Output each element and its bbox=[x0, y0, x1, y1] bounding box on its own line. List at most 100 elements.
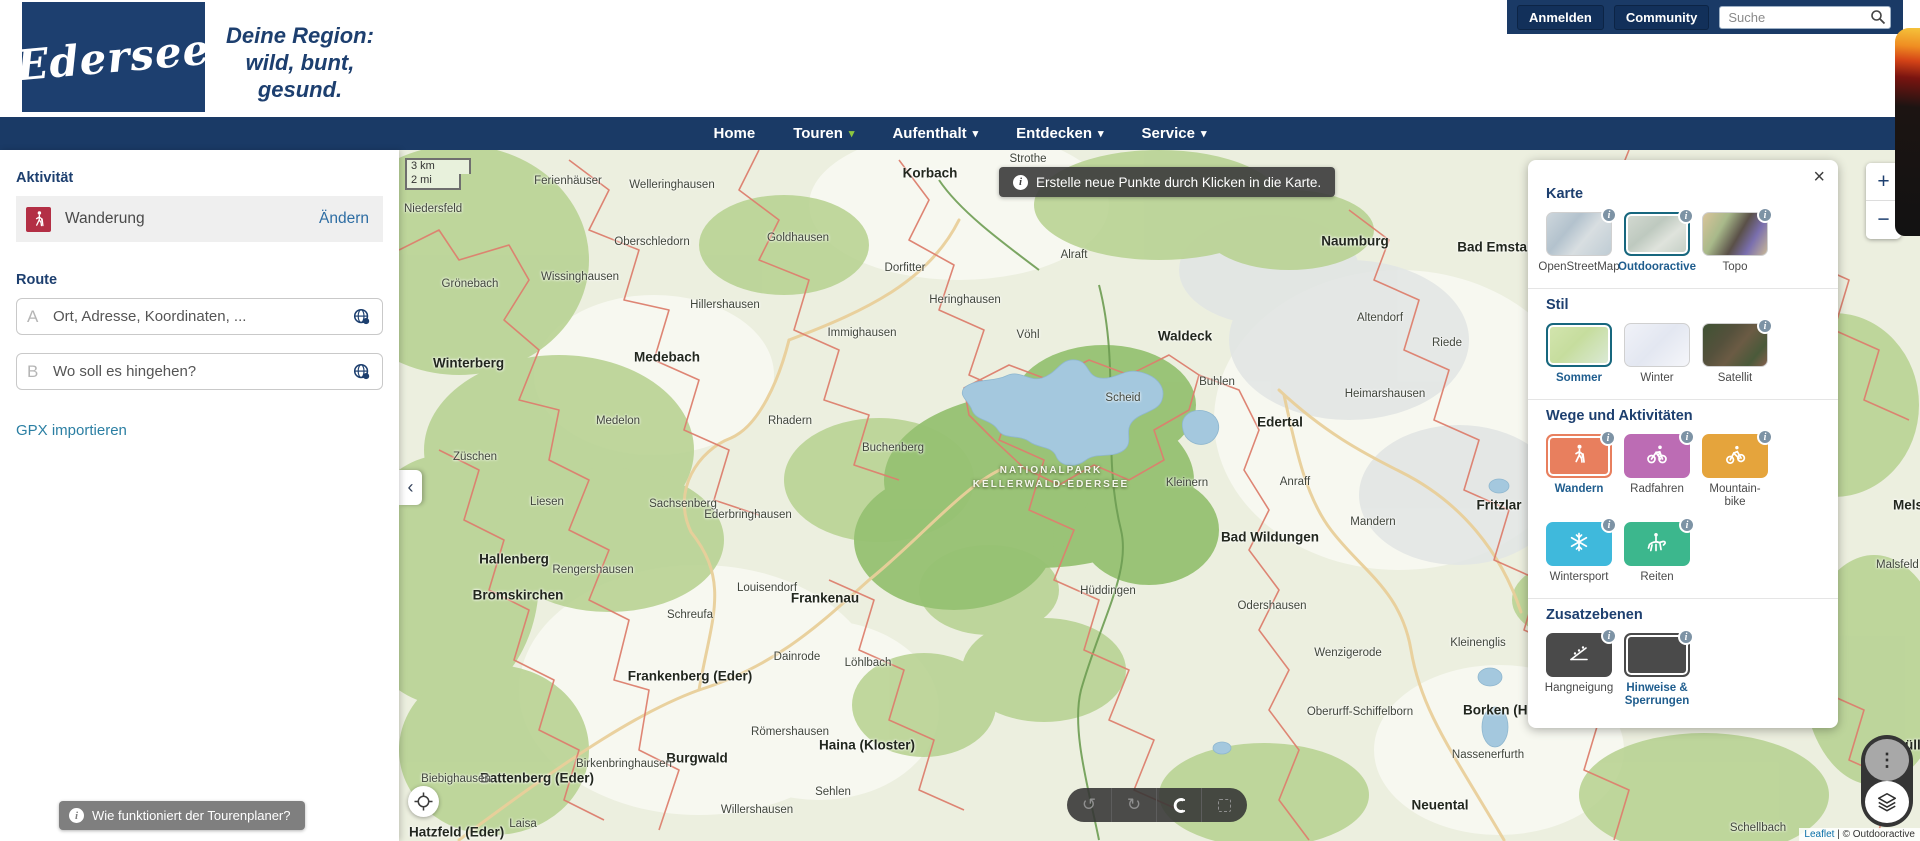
close-icon[interactable]: × bbox=[1813, 167, 1825, 187]
undo-button[interactable]: ↺ bbox=[1067, 788, 1112, 822]
info-icon[interactable]: i bbox=[1600, 430, 1616, 446]
tile-thumbnail bbox=[1624, 323, 1690, 367]
start-marker-label: A bbox=[27, 307, 41, 327]
info-icon[interactable]: i bbox=[1679, 517, 1695, 533]
layer-tile-wintersport[interactable]: iWintersport bbox=[1546, 522, 1612, 584]
leaflet-link[interactable]: Leaflet bbox=[1804, 829, 1834, 840]
login-button[interactable]: Anmelden bbox=[1517, 5, 1604, 30]
nav-item-label: Service bbox=[1142, 125, 1195, 142]
info-icon[interactable]: i bbox=[1757, 207, 1773, 223]
panel-section-title: Karte bbox=[1546, 186, 1820, 202]
snap-to-trail-button[interactable] bbox=[1157, 788, 1202, 822]
info-icon[interactable]: i bbox=[1601, 207, 1617, 223]
box-select-button[interactable] bbox=[1202, 788, 1247, 822]
gpx-import-link[interactable]: GPX importieren bbox=[16, 422, 127, 439]
tile-label: Topo bbox=[1723, 261, 1748, 274]
layer-tile-winter[interactable]: Winter bbox=[1624, 323, 1690, 385]
route-start-field: A bbox=[16, 298, 383, 335]
layer-tile-reiten[interactable]: iReiten bbox=[1624, 522, 1690, 584]
change-activity-link[interactable]: Ändern bbox=[319, 210, 369, 228]
search-input[interactable] bbox=[1719, 6, 1891, 29]
info-icon[interactable]: i bbox=[1679, 429, 1695, 445]
route-start-input[interactable] bbox=[53, 308, 352, 325]
layer-tile-topo[interactable]: iTopo bbox=[1702, 212, 1768, 274]
route-end-input[interactable] bbox=[53, 363, 352, 380]
edersee-logo[interactable]: Edersee bbox=[22, 2, 205, 112]
nav-list: HomeTouren▾Aufenthalt▾Entdecken▾Service▾ bbox=[714, 125, 1207, 142]
info-icon[interactable]: i bbox=[1678, 629, 1694, 645]
info-icon[interactable]: i bbox=[1601, 517, 1617, 533]
select-box-icon bbox=[1218, 799, 1231, 812]
tile-label: Wandern bbox=[1555, 483, 1604, 496]
layer-tile-sommer[interactable]: Sommer bbox=[1546, 323, 1612, 385]
layer-tile-outdooractive[interactable]: iOutdooractive bbox=[1624, 212, 1690, 274]
map-canvas[interactable]: KorbachNaumburgBad EmstalWinterbergMedeb… bbox=[399, 150, 1920, 841]
redo-icon: ↻ bbox=[1127, 795, 1141, 815]
activity-heading: Aktivität bbox=[16, 170, 383, 186]
nav-item-entdecken[interactable]: Entdecken▾ bbox=[1016, 125, 1103, 142]
nav-item-touren[interactable]: Touren▾ bbox=[793, 125, 854, 142]
topbar: Anmelden Community bbox=[1507, 0, 1903, 34]
info-icon[interactable]: i bbox=[1678, 208, 1694, 224]
panel-section-stil: StilSommerWinteriSatellit bbox=[1528, 288, 1838, 399]
tagline-line-1: Deine Region: bbox=[225, 22, 375, 49]
tagline: Deine Region: wild, bunt, gesund. bbox=[225, 22, 375, 103]
activity-name: Wanderung bbox=[65, 210, 319, 228]
tour-planner-help-button[interactable]: i Wie funktioniert der Tourenplaner? bbox=[59, 801, 305, 830]
tile-thumbnail: i bbox=[1624, 633, 1690, 677]
tile-thumbnail: i bbox=[1546, 212, 1612, 256]
panel-section-zusatzebenen: ZusatzebeneniHangneigungiHinweise & Sper… bbox=[1528, 598, 1838, 722]
scale-km: 3 km bbox=[405, 158, 471, 174]
nav-item-aufenthalt[interactable]: Aufenthalt▾ bbox=[892, 125, 978, 142]
layer-tile-satellit[interactable]: i Satellit bbox=[1702, 323, 1768, 385]
more-options-button[interactable]: ⋮ bbox=[1865, 739, 1909, 781]
chevron-down-icon: ▾ bbox=[1201, 127, 1207, 140]
toast-text: Erstelle neue Punkte durch Klicken in di… bbox=[1036, 175, 1321, 190]
community-button[interactable]: Community bbox=[1614, 5, 1710, 30]
end-marker-label: B bbox=[27, 362, 41, 382]
tile-thumbnail: i bbox=[1546, 434, 1612, 478]
page: Edersee Deine Region: wild, bunt, gesund… bbox=[0, 0, 1920, 841]
nav-item-home[interactable]: Home bbox=[714, 125, 756, 142]
help-label: Wie funktioniert der Tourenplaner? bbox=[92, 808, 291, 823]
nav-item-label: Home bbox=[714, 125, 756, 142]
chevron-left-icon: ‹ bbox=[408, 477, 414, 498]
layers-button[interactable] bbox=[1865, 781, 1909, 823]
tile-thumbnail: i bbox=[1624, 522, 1690, 566]
info-icon[interactable]: i bbox=[1757, 429, 1773, 445]
redo-button[interactable]: ↻ bbox=[1112, 788, 1157, 822]
layer-tile-mountain-bike[interactable]: iMountain- bike bbox=[1702, 434, 1768, 509]
info-icon[interactable]: i bbox=[1757, 318, 1773, 334]
main-nav: HomeTouren▾Aufenthalt▾Entdecken▾Service▾ bbox=[0, 117, 1920, 150]
tile-label: OpenStreetMap bbox=[1538, 261, 1619, 274]
tile-thumbnail: i bbox=[1546, 633, 1612, 677]
search-icon[interactable] bbox=[1870, 9, 1886, 25]
tile-label: Wintersport bbox=[1550, 571, 1609, 584]
corner-decoration bbox=[1895, 28, 1920, 236]
locate-me-button[interactable] bbox=[408, 786, 439, 817]
activity-row: Wanderung Ändern bbox=[16, 196, 383, 242]
panel-section-karte: KarteiOpenStreetMapiOutdooractiveiTopo bbox=[1528, 170, 1838, 288]
globe-pick-icon[interactable] bbox=[352, 362, 372, 382]
slope-icon bbox=[1567, 642, 1591, 669]
nav-item-label: Entdecken bbox=[1016, 125, 1092, 142]
layer-tile-wandern[interactable]: i Wandern bbox=[1546, 434, 1612, 509]
kebab-icon: ⋮ bbox=[1878, 750, 1896, 771]
globe-pick-icon[interactable] bbox=[352, 307, 372, 327]
chevron-down-icon: ▾ bbox=[973, 127, 979, 140]
nav-item-label: Touren bbox=[793, 125, 843, 142]
map-layer-panel: × KarteiOpenStreetMapiOutdooractiveiTopo… bbox=[1528, 160, 1838, 728]
route-edit-toolbar: ↺ ↻ bbox=[1067, 788, 1247, 822]
nav-item-service[interactable]: Service ▾ bbox=[1142, 125, 1207, 142]
tagline-line-2: wild, bunt, bbox=[225, 49, 375, 76]
tile-label: Satellit bbox=[1718, 372, 1753, 385]
tile-thumbnail: i bbox=[1702, 323, 1768, 367]
layer-tile-hangneigung[interactable]: iHangneigung bbox=[1546, 633, 1612, 708]
layer-tile-openstreetmap[interactable]: iOpenStreetMap bbox=[1546, 212, 1612, 274]
tile-thumbnail: i bbox=[1624, 212, 1690, 256]
sidebar-collapse-button[interactable]: ‹ bbox=[399, 470, 422, 505]
layer-tile-hinweise-sperrungen[interactable]: iHinweise & Sperrungen bbox=[1624, 633, 1690, 708]
header-search bbox=[1719, 6, 1891, 29]
layer-tile-radfahren[interactable]: iRadfahren bbox=[1624, 434, 1690, 509]
info-icon[interactable]: i bbox=[1601, 628, 1617, 644]
